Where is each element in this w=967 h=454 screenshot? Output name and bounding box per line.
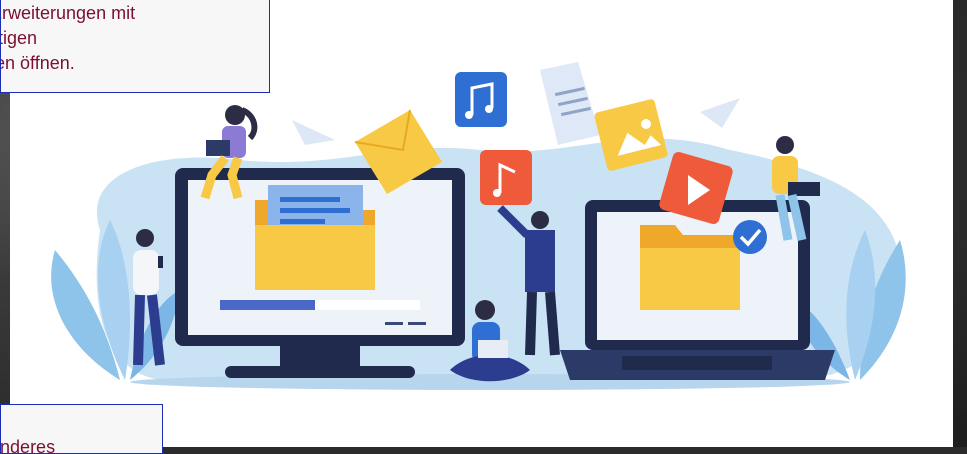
paper-plane-icon [700, 98, 740, 128]
progress-fill [220, 300, 315, 310]
tooltip-line: ichtigen [1, 28, 38, 48]
tooltip-top: n Erweiterungen mit ichtigen ngen öffnen… [0, 0, 270, 93]
document-icon [540, 62, 600, 145]
tooltip-line: ein anderes [0, 437, 56, 454]
music-icon [455, 72, 507, 127]
checkmark-icon [733, 220, 767, 254]
tooltip-line: ngen öffnen. [1, 53, 75, 73]
tooltip-line: n Erweiterungen mit [0, 3, 136, 23]
paper-plane-icon [292, 120, 335, 145]
laptop [560, 200, 835, 380]
music-icon [480, 150, 532, 205]
